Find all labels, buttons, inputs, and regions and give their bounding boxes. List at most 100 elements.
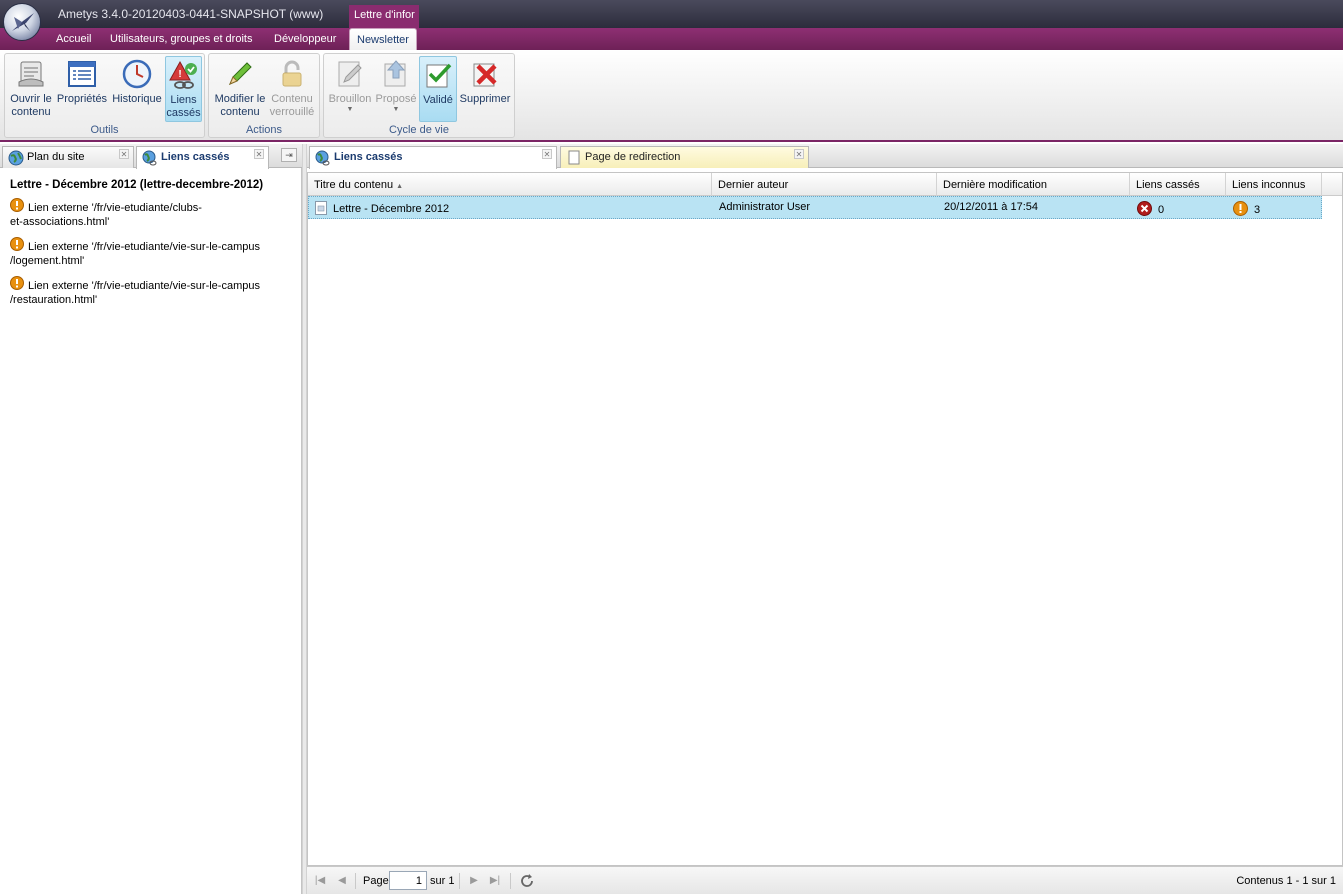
tab-accueil[interactable]: Accueil bbox=[56, 28, 91, 50]
broken-link-text-cont: /logement.html' bbox=[10, 255, 85, 267]
page-number-input[interactable] bbox=[389, 871, 427, 890]
column-header-modified[interactable]: Dernière modification bbox=[937, 173, 1130, 196]
close-icon[interactable]: ✕ bbox=[254, 149, 264, 159]
clock-icon bbox=[122, 59, 152, 89]
app-logo-button[interactable] bbox=[3, 3, 41, 41]
tab-broken-links-left[interactable]: Liens cassés ✕ bbox=[136, 146, 269, 169]
refresh-icon[interactable] bbox=[519, 873, 535, 889]
first-page-icon[interactable]: |◀ bbox=[313, 874, 327, 888]
broken-links-icon: ! bbox=[168, 60, 197, 89]
main-tab-strip: Liens cassés ✕ Page de redirection ✕ bbox=[307, 144, 1343, 169]
list-item[interactable]: Lien externe '/fr/vie-etudiante/clubs- e… bbox=[10, 198, 295, 229]
table-row[interactable]: Lettre - Décembre 2012 Administrator Use… bbox=[308, 196, 1322, 219]
properties-icon bbox=[68, 61, 96, 87]
broken-links-button[interactable]: ! Liens cassés bbox=[165, 56, 202, 122]
tab-broken-links-left-label: Liens cassés bbox=[161, 151, 230, 163]
broken-link-text: Lien externe '/fr/vie-etudiante/vie-sur-… bbox=[28, 280, 260, 292]
locked-content-button[interactable]: Contenu verrouillé bbox=[267, 56, 317, 122]
ribbon-group-actions: Modifier le contenu Contenu verrouillé A… bbox=[208, 53, 320, 138]
previous-page-icon[interactable]: ◀ bbox=[335, 874, 349, 888]
warning-icon bbox=[10, 276, 24, 290]
draft-icon bbox=[338, 61, 362, 87]
cell-unknown: 3 bbox=[1227, 197, 1323, 218]
column-header-title-label: Titre du contenu bbox=[314, 179, 394, 191]
tab-site-map[interactable]: Plan du site ✕ bbox=[2, 146, 134, 168]
document-icon bbox=[315, 201, 327, 215]
svg-text:!: ! bbox=[178, 69, 181, 80]
delete-button[interactable]: Supprimer bbox=[459, 56, 511, 122]
ribbon-tab-bar: Accueil Utilisateurs, groupes et droits … bbox=[0, 28, 1343, 50]
pager-separator bbox=[459, 873, 460, 889]
list-item[interactable]: Lien externe '/fr/vie-etudiante/vie-sur-… bbox=[10, 237, 295, 268]
tab-broken-links-main-label: Liens cassés bbox=[334, 151, 403, 163]
draft-button[interactable]: Brouillon ▼ bbox=[327, 56, 373, 122]
history-label: Historique bbox=[112, 93, 162, 105]
pagination-bar: |◀ ◀ Page sur 1 ▶ ▶| Contenus 1 - 1 sur … bbox=[307, 866, 1343, 894]
close-icon[interactable]: ✕ bbox=[794, 149, 804, 159]
content-title: Lettre - Décembre 2012 (lettre-decembre-… bbox=[10, 179, 264, 191]
tab-newsletter[interactable]: Newsletter bbox=[349, 28, 417, 50]
tab-utilisateurs[interactable]: Utilisateurs, groupes et droits bbox=[110, 28, 252, 50]
proposed-label: Proposé bbox=[375, 93, 417, 105]
context-tab-title[interactable]: Lettre d'infor bbox=[349, 5, 419, 28]
open-content-button[interactable]: Ouvrir le contenu bbox=[8, 56, 54, 122]
globe-link-icon bbox=[315, 150, 330, 166]
tab-site-map-label: Plan du site bbox=[27, 151, 85, 163]
title-bar: Ametys 3.4.0-20120403-0441-SNAPSHOT (www… bbox=[0, 0, 1343, 28]
contents-grid: Titre du contenu ▲ Dernier auteur Dernièr… bbox=[307, 172, 1343, 866]
pager-summary: Contenus 1 - 1 sur 1 bbox=[1236, 875, 1336, 887]
broken-link-text-cont: /restauration.html' bbox=[10, 294, 98, 306]
lock-icon bbox=[282, 60, 302, 87]
proposed-button[interactable]: Proposé ▼ bbox=[374, 56, 418, 122]
cell-title: Lettre - Décembre 2012 bbox=[309, 197, 713, 218]
page-icon bbox=[568, 150, 580, 165]
validated-icon bbox=[426, 63, 452, 88]
list-item[interactable]: Lien externe '/fr/vie-etudiante/vie-sur-… bbox=[10, 276, 295, 307]
edit-content-button[interactable]: Modifier le contenu bbox=[213, 56, 267, 122]
cell-title-text: Lettre - Décembre 2012 bbox=[333, 203, 450, 215]
delete-label: Supprimer bbox=[459, 93, 511, 105]
close-icon[interactable]: ✕ bbox=[542, 149, 552, 159]
tab-redirect-page[interactable]: Page de redirection ✕ bbox=[560, 146, 809, 168]
open-content-icon bbox=[18, 61, 44, 87]
column-header-broken[interactable]: Liens cassés bbox=[1130, 173, 1226, 196]
properties-label: Propriétés bbox=[56, 93, 108, 105]
cell-broken: 0 bbox=[1131, 197, 1227, 218]
column-header-title[interactable]: Titre du contenu ▲ bbox=[308, 173, 712, 196]
warning-icon bbox=[1233, 201, 1248, 216]
group-label-cycle: Cycle de vie bbox=[389, 124, 449, 136]
close-icon[interactable]: ✕ bbox=[119, 149, 129, 159]
error-icon bbox=[1137, 201, 1152, 216]
globe-link-icon bbox=[142, 150, 157, 166]
pin-icon[interactable]: ⇥ bbox=[281, 148, 297, 162]
ribbon-group-outils: Ouvrir le contenu Propriétés Historique … bbox=[4, 53, 205, 138]
left-tab-strip: Plan du site ✕ Liens cassés ✕ ⇥ bbox=[0, 144, 302, 169]
tab-redirect-page-label: Page de redirection bbox=[585, 151, 681, 163]
properties-button[interactable]: Propriétés bbox=[56, 56, 108, 122]
broken-links-label: Liens cassés bbox=[166, 94, 201, 119]
pager-separator bbox=[510, 873, 511, 889]
ribbon: Ouvrir le contenu Propriétés Historique … bbox=[0, 50, 1343, 142]
group-label-outils: Outils bbox=[90, 124, 119, 136]
broken-link-text: Lien externe '/fr/vie-etudiante/vie-sur-… bbox=[28, 241, 260, 253]
column-header-author[interactable]: Dernier auteur bbox=[712, 173, 937, 196]
history-button[interactable]: Historique bbox=[111, 56, 163, 122]
warning-icon bbox=[10, 237, 24, 251]
left-panel: Plan du site ✕ Liens cassés ✕ ⇥ Lettre -… bbox=[0, 144, 302, 894]
main-panel: Liens cassés ✕ Page de redirection ✕ Tit… bbox=[307, 144, 1343, 894]
tab-developpeur[interactable]: Développeur bbox=[274, 28, 336, 50]
cell-author: Administrator User bbox=[719, 201, 811, 213]
globe-icon bbox=[8, 150, 24, 166]
app-title: Ametys 3.4.0-20120403-0441-SNAPSHOT (www… bbox=[58, 7, 324, 21]
ametys-logo-icon bbox=[12, 13, 34, 31]
last-page-icon[interactable]: ▶| bbox=[488, 874, 502, 888]
pager-separator bbox=[355, 873, 356, 889]
proposed-dropdown-icon: ▼ bbox=[392, 106, 400, 113]
next-page-icon[interactable]: ▶ bbox=[467, 874, 481, 888]
delete-icon bbox=[473, 63, 497, 87]
tab-broken-links-main[interactable]: Liens cassés ✕ bbox=[309, 146, 557, 169]
validated-button[interactable]: Validé bbox=[419, 56, 457, 122]
cell-unknown-count: 3 bbox=[1254, 204, 1261, 216]
draft-label: Brouillon bbox=[328, 93, 372, 105]
column-header-unknown[interactable]: Liens inconnus bbox=[1226, 173, 1322, 196]
